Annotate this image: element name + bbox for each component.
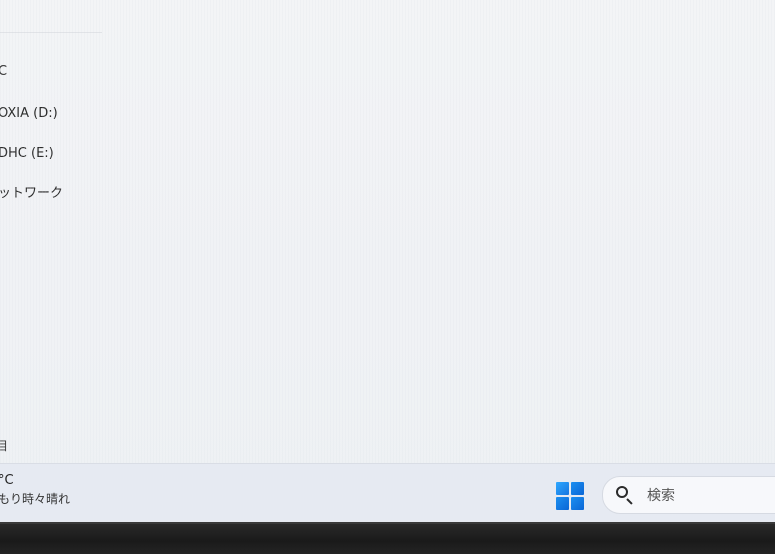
nav-item-drive-d[interactable]: OXIA (D:) xyxy=(0,103,58,125)
search-placeholder: 検索 xyxy=(647,488,675,504)
start-button[interactable] xyxy=(552,478,588,514)
navigation-pane: C OXIA (D:) DHC (E:) ットワーク xyxy=(0,0,120,463)
windows-logo-icon xyxy=(556,482,584,510)
nav-item-drive-c[interactable]: C xyxy=(0,61,7,83)
weather-widget[interactable]: °C もり時々晴れ xyxy=(0,472,70,508)
taskbar-search-box[interactable]: 検索 xyxy=(602,476,775,514)
nav-divider xyxy=(0,32,102,33)
nav-item-network[interactable]: ットワーク xyxy=(0,183,63,205)
monitor-bezel xyxy=(0,522,775,554)
nav-item-drive-e[interactable]: DHC (E:) xyxy=(0,143,54,165)
status-bar-item-count: 目 xyxy=(0,439,9,453)
taskbar: °C もり時々晴れ 検索 xyxy=(0,463,775,523)
weather-description: もり時々晴れ xyxy=(0,492,71,506)
file-explorer-window: C OXIA (D:) DHC (E:) ットワーク 目 xyxy=(0,0,775,522)
weather-temperature: °C xyxy=(0,473,14,488)
search-icon xyxy=(615,485,635,505)
